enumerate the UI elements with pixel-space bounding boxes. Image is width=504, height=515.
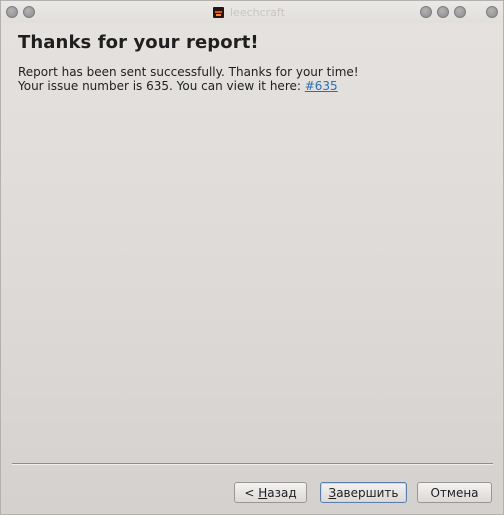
maximize-icon[interactable] [454, 6, 466, 18]
window-title: leechcraft [213, 5, 285, 19]
issue-text: Your issue number is 635. You can view i… [18, 79, 305, 93]
sticky-icon[interactable] [23, 6, 35, 18]
report-message: Report has been sent successfully. Thank… [18, 65, 359, 93]
shade-icon[interactable] [420, 6, 432, 18]
wizard-window: leechcraft Thanks for your report! Repor… [0, 0, 504, 515]
finish-mnemonic: З [328, 485, 337, 500]
finish-button[interactable]: Завершить [320, 482, 407, 503]
back-mnemonic: Н [258, 485, 268, 500]
back-button[interactable]: < Назад [234, 482, 307, 503]
issue-line: Your issue number is 635. You can view i… [18, 79, 359, 93]
title-bar[interactable]: leechcraft [1, 1, 503, 23]
cancel-label: Отмена [430, 485, 479, 500]
close-icon[interactable] [486, 6, 498, 18]
minimize-icon[interactable] [437, 6, 449, 18]
finish-label: авершить [336, 485, 399, 500]
success-text: Report has been sent successfully. Thank… [18, 65, 359, 79]
cancel-button[interactable]: Отмена [417, 482, 492, 503]
leechcraft-app-icon [213, 6, 224, 18]
issue-link[interactable]: #635 [305, 79, 338, 93]
back-prefix: < [244, 485, 259, 500]
separator [12, 463, 493, 465]
page-title: Thanks for your report! [18, 32, 259, 53]
window-title-text: leechcraft [230, 5, 285, 19]
back-label: азад [267, 485, 297, 500]
window-menu-icon[interactable] [6, 6, 18, 18]
